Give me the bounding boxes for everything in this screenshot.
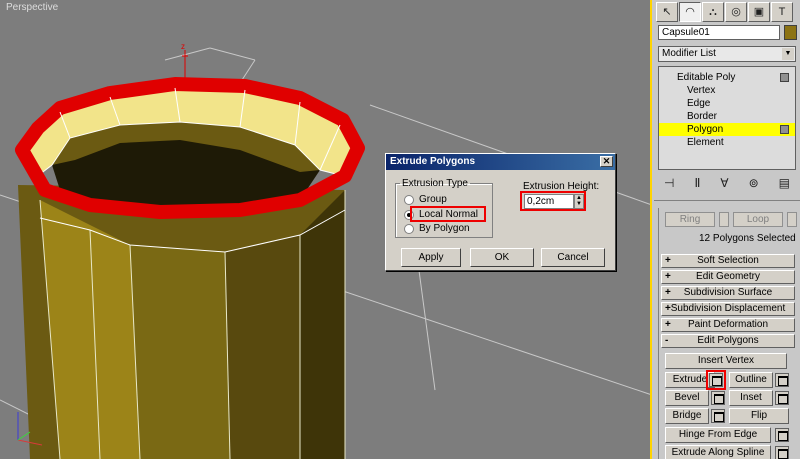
display-tab-icon[interactable]: ▣ [748, 2, 770, 22]
modifier-list-dropdown[interactable]: Modifier List ▼ [658, 46, 796, 62]
rollout-paint-deformation[interactable]: + Paint Deformation [661, 318, 795, 332]
radio-icon [404, 223, 414, 234]
pin-stack-icon[interactable]: ⊣ [664, 176, 674, 194]
rollout-label: Edit Geometry [696, 271, 760, 282]
dialog-title: Extrude Polygons [390, 156, 476, 167]
dialog-titlebar[interactable]: Extrude Polygons ✕ [386, 154, 615, 170]
modify-tab-icon[interactable]: ◠ [679, 2, 701, 22]
modifier-stack: Editable Poly Vertex Edge Border Polygon… [658, 66, 796, 170]
rollout-label: Subdivision Displacement [670, 303, 786, 314]
stack-item-edge[interactable]: Edge [659, 97, 795, 110]
rollout-area: Ring Loop 12 Polygons Selected + Soft Se… [658, 208, 798, 459]
command-panel: ↖ ◠ ⛬ ◎ ▣ T Capsule01 Modifier List ▼ Ed… [654, 0, 800, 459]
loop-spinner-icon[interactable] [787, 211, 797, 227]
radio-label-group: Group [419, 194, 447, 205]
radio-by-polygon[interactable]: By Polygon [404, 223, 470, 234]
inset-settings-icon[interactable] [775, 391, 789, 405]
stack-item-label: Vertex [687, 85, 716, 96]
rollout-edit-polygons[interactable]: - Edit Polygons [661, 334, 795, 348]
collapse-icon: - [665, 335, 669, 346]
insert-vertex-button[interactable]: Insert Vertex [665, 353, 787, 369]
ring-loop-row: Ring Loop [665, 211, 797, 227]
outline-button[interactable]: Outline [729, 372, 773, 388]
cancel-button[interactable]: Cancel [541, 248, 605, 267]
modifier-list-label: Modifier List [662, 48, 716, 59]
stack-toggle-icon [780, 125, 789, 134]
stack-item-label: Polygon [687, 124, 724, 135]
utilities-tab-icon[interactable]: T [771, 2, 793, 22]
rollout-label: Paint Deformation [687, 319, 769, 330]
panel-tabs: ↖ ◠ ⛬ ◎ ▣ T [654, 0, 800, 24]
bevel-settings-icon[interactable] [711, 391, 725, 405]
rollout-subdivision-surface[interactable]: + Subdivision Surface [661, 286, 795, 300]
radio-label-by-polygon: By Polygon [419, 223, 470, 234]
bevel-button[interactable]: Bevel [665, 390, 709, 406]
expand-icon: + [665, 287, 671, 298]
expand-icon: + [665, 271, 671, 282]
highlight-extrude-settings [706, 370, 726, 390]
rollout-edit-geometry[interactable]: + Edit Geometry [661, 270, 795, 284]
expand-icon: + [665, 255, 671, 266]
ok-button[interactable]: OK [470, 248, 534, 267]
object-name-input[interactable]: Capsule01 [658, 25, 780, 40]
stack-item-label: Border [687, 111, 718, 122]
hinge-from-edge-button[interactable]: Hinge From Edge [665, 427, 771, 443]
hinge-settings-icon[interactable] [775, 428, 789, 442]
stack-item-editable-poly[interactable]: Editable Poly [659, 71, 795, 84]
motion-tab-icon[interactable]: ◎ [725, 2, 747, 22]
stack-toggle-icon [780, 73, 789, 82]
stack-item-polygon[interactable]: Polygon [659, 123, 795, 136]
stack-item-border[interactable]: Border [659, 110, 795, 123]
make-unique-icon[interactable]: ∀ [720, 176, 728, 194]
divider [654, 200, 800, 201]
chevron-down-icon: ▼ [782, 48, 794, 60]
rollout-soft-selection[interactable]: + Soft Selection [661, 254, 795, 268]
object-color-swatch[interactable] [784, 25, 797, 40]
stack-item-element[interactable]: Element [659, 136, 795, 149]
radio-icon [404, 194, 414, 205]
apply-button[interactable]: Apply [401, 248, 461, 267]
rollout-label: Edit Polygons [697, 335, 759, 346]
show-end-result-icon[interactable]: Ⅱ [694, 176, 700, 194]
flip-button[interactable]: Flip [729, 408, 789, 424]
rollout-label: Subdivision Surface [683, 287, 773, 298]
extrude-spline-settings-icon[interactable] [775, 446, 789, 459]
hierarchy-tab-icon[interactable]: ⛬ [702, 2, 724, 22]
bridge-settings-icon[interactable] [711, 409, 725, 423]
rollout-subdivision-displacement[interactable]: + Subdivision Displacement [661, 302, 795, 316]
extrude-along-spline-button[interactable]: Extrude Along Spline [665, 445, 771, 459]
stack-item-label: Element [687, 137, 724, 148]
ring-button[interactable]: Ring [665, 211, 715, 227]
remove-modifier-icon[interactable]: ⊚ [749, 176, 759, 194]
inset-button[interactable]: Inset [729, 390, 773, 406]
bridge-button[interactable]: Bridge [665, 408, 709, 424]
expand-icon: + [665, 319, 671, 330]
highlight-extrusion-height [520, 191, 586, 211]
rollout-label: Soft Selection [697, 255, 759, 266]
create-tab-icon[interactable]: ↖ [656, 2, 678, 22]
outline-settings-icon[interactable] [775, 373, 789, 387]
expand-icon: + [665, 303, 671, 314]
highlight-local-normal [410, 206, 486, 222]
viewport-label[interactable]: Perspective [6, 2, 58, 13]
close-button[interactable]: ✕ [600, 156, 613, 167]
stack-item-vertex[interactable]: Vertex [659, 84, 795, 97]
loop-button[interactable]: Loop [733, 211, 783, 227]
stack-item-label: Edge [687, 98, 711, 109]
configure-sets-icon[interactable]: ▤ [779, 176, 790, 194]
extrusion-type-label: Extrusion Type [402, 178, 468, 189]
ring-spinner-icon[interactable] [719, 211, 729, 227]
stack-toolbar: ⊣ Ⅱ ∀ ⊚ ▤ [654, 176, 800, 194]
selection-count: 12 Polygons Selected [699, 233, 796, 244]
svg-text:z: z [181, 42, 185, 51]
stack-root-label: Editable Poly [677, 72, 736, 83]
extrude-polygons-dialog: Extrude Polygons ✕ Extrusion Type Group … [385, 153, 616, 271]
radio-group[interactable]: Group [404, 194, 447, 205]
